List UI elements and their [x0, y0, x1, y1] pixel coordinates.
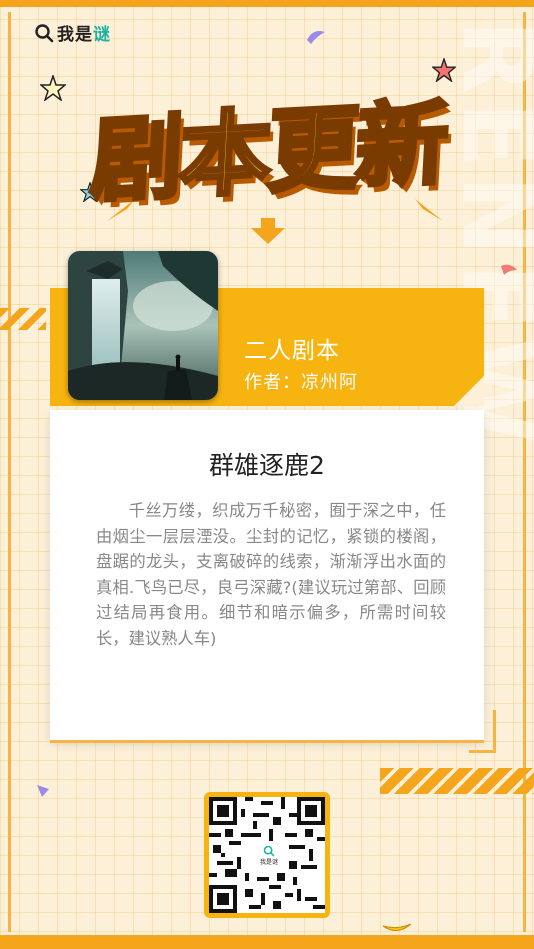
qr-center-logo: 我是谜 — [257, 843, 281, 869]
confetti-icon — [307, 31, 325, 44]
logo-text-main: 我是 — [57, 25, 93, 45]
left-border — [8, 12, 11, 932]
stripe-decoration — [380, 768, 534, 794]
stripe-decoration — [0, 308, 46, 330]
script-detail-card: 群雄逐鹿2 千丝万缕，织成万千秘密，囿于深之中，任由烟尘一层层湮没。尘封的记忆，… — [50, 410, 496, 753]
search-icon — [35, 23, 54, 42]
confetti-icon — [37, 785, 49, 797]
script-author: 作者：凉州阿 — [244, 372, 358, 393]
script-title: 群雄逐鹿2 — [209, 451, 325, 480]
script-cover-image — [68, 251, 218, 400]
qr-pattern: 我是谜 — [209, 797, 325, 913]
script-type: 二人剧本 — [244, 338, 340, 364]
brand-logo: 我是谜 — [34, 20, 111, 45]
page-title: 剧本更新 — [86, 88, 449, 217]
logo-text: 我是谜 — [57, 20, 111, 45]
bottom-border — [0, 935, 534, 949]
script-description: 千丝万缕，织成万千秘密，囿于深之中，任由烟尘一层层湮没。尘封的记忆，紧锁的楼阁，… — [96, 501, 446, 648]
search-icon — [263, 845, 275, 857]
poster: RENEW 我是谜 剧本更新 二人剧本 作者：凉州阿 群雄逐鹿2 千丝万缕，织成… — [0, 0, 534, 949]
arrow-down-icon — [251, 218, 285, 244]
confetti-icon — [382, 923, 412, 931]
qr-center-text: 我是谜 — [259, 859, 278, 866]
logo-text-accent: 谜 — [93, 25, 111, 45]
top-border — [0, 0, 534, 7]
qr-code[interactable]: 我是谜 — [204, 792, 330, 918]
confetti-icon — [501, 264, 517, 275]
